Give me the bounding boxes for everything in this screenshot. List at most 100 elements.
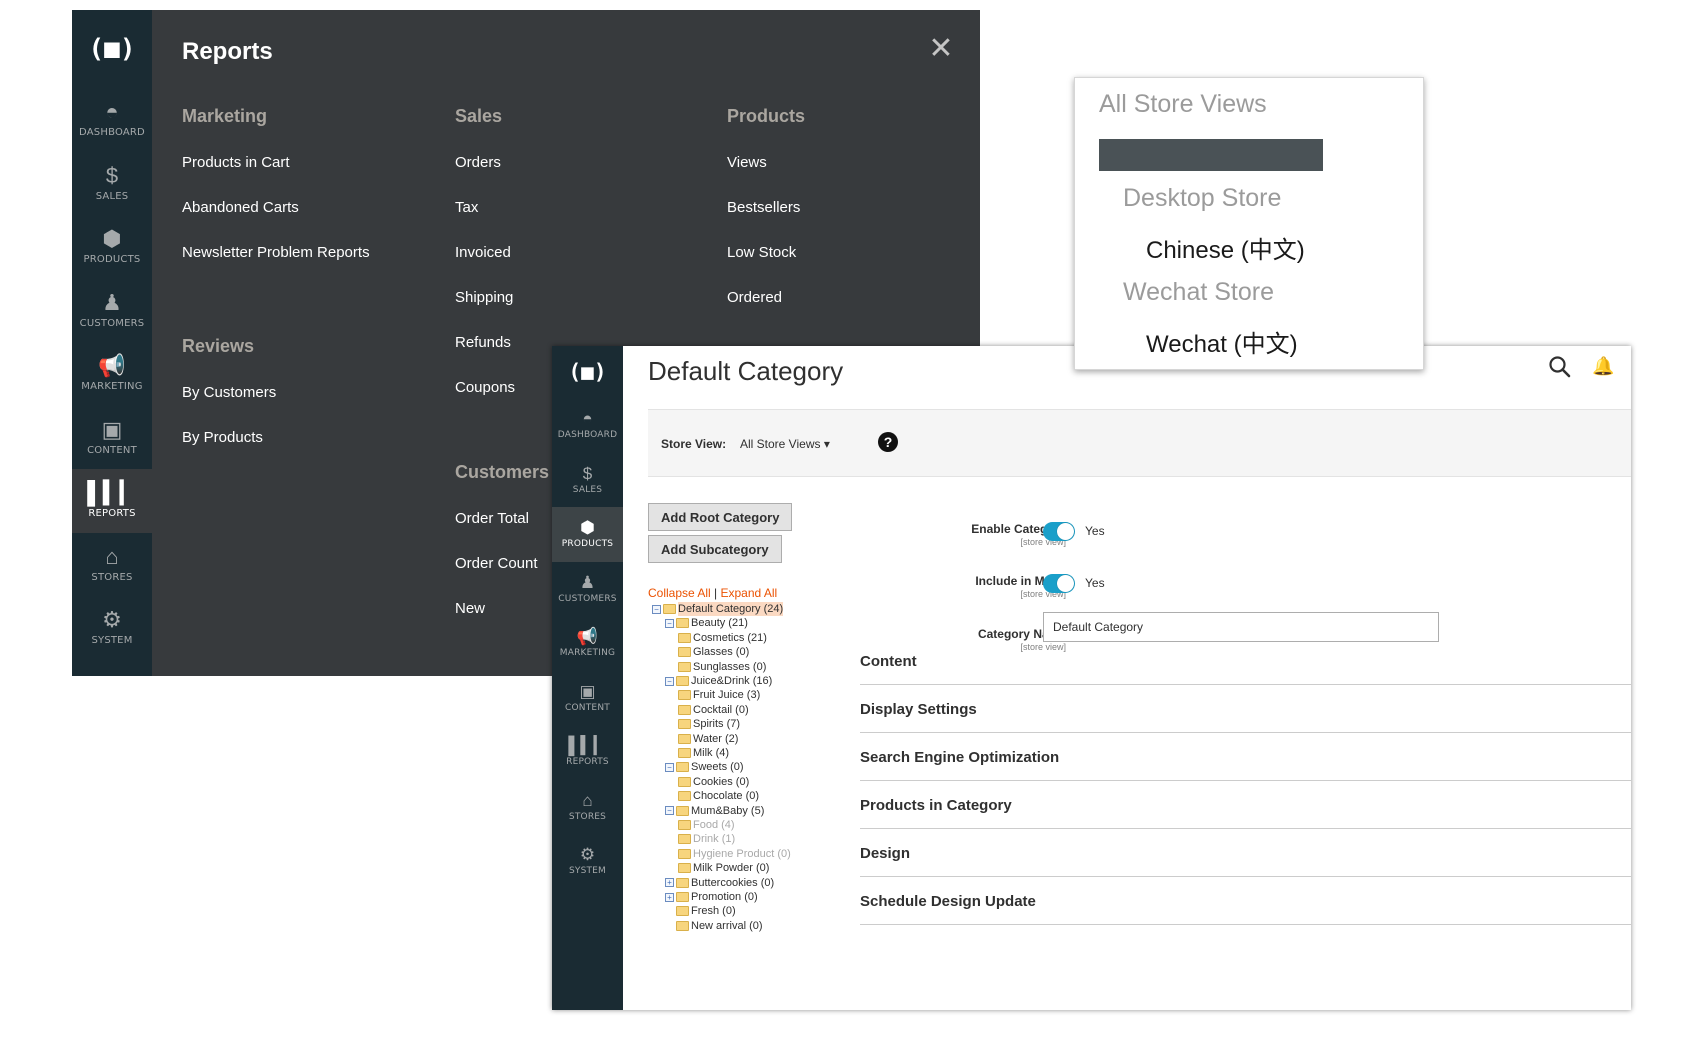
menu-link-sales[interactable]: Shipping — [455, 290, 549, 335]
tree-node[interactable]: − Juice&Drink (16) — [665, 674, 772, 688]
menu-link-customers[interactable]: Order Count — [455, 556, 549, 601]
nav-item-sales[interactable]: $ SALES — [72, 152, 152, 216]
nav-item-customers[interactable]: ♟ CUSTOMERS — [552, 562, 623, 617]
tree-node[interactable]: − Sweets (0) — [665, 760, 744, 774]
nav-item-system[interactable]: ⚙ SYSTEM — [72, 596, 152, 660]
menu-link-products[interactable]: Bestsellers — [727, 200, 805, 245]
bell-icon[interactable]: 🔔 — [1592, 356, 1614, 377]
tree-toggle-icon[interactable]: − — [665, 762, 674, 772]
menu-link-reviews[interactable]: By Customers — [182, 385, 370, 430]
tree-node[interactable]: Chocolate (0) — [678, 789, 759, 803]
tree-node-label: Promotion (0) — [691, 891, 758, 903]
menu-link-products[interactable]: Low Stock — [727, 245, 805, 290]
tree-node[interactable]: Milk (4) — [678, 746, 729, 760]
tree-node[interactable]: − Beauty (21) — [665, 616, 748, 630]
collapse-all-link[interactable]: Collapse All — [648, 586, 711, 600]
menu-link-customers[interactable]: New — [455, 601, 549, 646]
tree-toggle-icon[interactable]: + — [665, 878, 674, 888]
nav-item-stores[interactable]: ⌂ STORES — [72, 533, 152, 597]
section-display-settings[interactable]: Display Settings — [860, 680, 1631, 733]
search-icon[interactable] — [1547, 354, 1573, 380]
tree-toggle-icon[interactable]: + — [665, 892, 674, 902]
nav-item-customers[interactable]: ♟ CUSTOMERS — [72, 279, 152, 343]
section-design[interactable]: Design — [860, 824, 1631, 877]
nav-label: CUSTOMERS — [79, 317, 145, 329]
tree-toggle-icon[interactable]: − — [652, 604, 661, 614]
nav-item-products[interactable]: ⬢ PRODUCTS — [72, 215, 152, 279]
tree-toggle-icon[interactable]: − — [665, 806, 674, 816]
menu-link-sales[interactable]: Coupons — [455, 380, 549, 425]
tree-node-label: New arrival (0) — [691, 919, 763, 932]
menu-link-products[interactable]: Views — [727, 155, 805, 200]
menu-link-marketing[interactable]: Products in Cart — [182, 155, 370, 200]
nav-item-content[interactable]: ▣ CONTENT — [72, 406, 152, 470]
help-icon[interactable]: ? — [878, 432, 898, 452]
tree-node[interactable]: Spirits (7) — [678, 717, 740, 731]
person-icon: ♟ — [579, 572, 596, 592]
menu-link-sales[interactable]: Invoiced — [455, 245, 549, 290]
tree-node[interactable]: Water (2) — [678, 732, 738, 746]
tree-toggle-icon[interactable]: − — [665, 676, 674, 686]
menu-link-customers[interactable]: Order Total — [455, 511, 549, 556]
menu-column-sales: Sales Orders Tax Invoiced Shipping Refunds Co… — [455, 106, 549, 646]
tree-node[interactable]: − Default Category (24) — [652, 602, 784, 616]
tree-node[interactable]: Hygiene Product (0) — [678, 847, 791, 861]
include-in-menu-toggle[interactable] — [1043, 574, 1075, 593]
store-view-chinese-option[interactable]: Chinese (中文) — [1146, 230, 1305, 265]
magento-logo[interactable]: (■) — [552, 346, 623, 398]
nav-item-content[interactable]: ▣ CONTENT — [552, 671, 623, 726]
menu-link-marketing[interactable]: Newsletter Problem Reports — [182, 245, 370, 290]
folder-icon — [678, 820, 691, 830]
menu-link-sales[interactable]: Orders — [455, 155, 549, 200]
magento-logo[interactable]: (■) — [72, 10, 152, 88]
enable-category-toggle[interactable] — [1043, 522, 1075, 541]
tree-node[interactable]: Cookies (0) — [678, 775, 749, 789]
section-search-engine-optimization[interactable]: Search Engine Optimization — [860, 728, 1631, 781]
tree-node[interactable]: Drink (1) — [678, 832, 735, 846]
tree-node[interactable]: + Buttercookies (0) — [665, 876, 774, 890]
nav-item-stores[interactable]: ⌂ STORES — [552, 780, 623, 835]
section-content[interactable]: Content — [860, 632, 1631, 685]
nav-item-system[interactable]: ⚙ SYSTEM — [552, 834, 623, 889]
menu-link-products[interactable]: Ordered — [727, 290, 805, 335]
store-view-wechat-option[interactable]: Wechat (中文) — [1146, 324, 1298, 359]
nav-item-dashboard[interactable]: ◓ DASHBOARD — [552, 398, 623, 453]
nav-label: CUSTOMERS — [558, 593, 617, 604]
section-products-in-category[interactable]: Products in Category — [860, 776, 1631, 829]
menu-link-sales[interactable]: Refunds — [455, 335, 549, 380]
tree-node[interactable]: Milk Powder (0) — [678, 861, 769, 875]
menu-link-marketing[interactable]: Abandoned Carts — [182, 200, 370, 245]
tree-node[interactable]: Fruit Juice (3) — [678, 688, 760, 702]
nav-item-sales[interactable]: $ SALES — [552, 453, 623, 508]
nav-item-products[interactable]: ⬢ PRODUCTS — [552, 507, 623, 562]
tree-node[interactable]: Food (4) — [678, 818, 735, 832]
menu-link-sales[interactable]: Tax — [455, 200, 549, 245]
folder-icon — [678, 690, 691, 701]
tree-node[interactable]: Glasses (0) — [678, 645, 749, 659]
add-root-category-button[interactable]: Add Root Category — [648, 503, 793, 531]
menu-link-reviews[interactable]: By Products — [182, 430, 370, 475]
tree-node[interactable]: + Promotion (0) — [665, 890, 758, 904]
nav-item-dashboard[interactable]: ◓ DASHBOARD — [72, 88, 152, 152]
folder-icon — [676, 805, 689, 816]
nav-item-reports[interactable]: ▌▍▎ REPORTS — [552, 725, 623, 780]
add-subcategory-button[interactable]: Add Subcategory — [648, 535, 782, 563]
tree-node[interactable]: Fresh (0) — [665, 904, 736, 918]
all-store-views-option[interactable]: All Store Views — [1099, 90, 1267, 119]
store-view-switcher[interactable]: All Store Views ▾ — [740, 437, 830, 451]
tree-node-label: Fruit Juice (3) — [693, 689, 761, 702]
expand-all-link[interactable]: Expand All — [721, 586, 778, 600]
nav-item-reports[interactable]: ▌▍▎ REPORTS — [72, 469, 152, 533]
nav-item-marketing[interactable]: 📢 MARKETING — [72, 342, 152, 406]
close-icon[interactable]: ✕ — [921, 28, 961, 68]
nav-item-marketing[interactable]: 📢 MARKETING — [552, 616, 623, 671]
tree-node[interactable]: Cocktail (0) — [678, 703, 749, 717]
tree-node[interactable]: − Mum&Baby (5) — [665, 804, 764, 818]
tree-node[interactable]: Sunglasses (0) — [678, 660, 766, 674]
section-schedule-design-update[interactable]: Schedule Design Update — [860, 872, 1631, 925]
tree-node[interactable]: New arrival (0) — [665, 919, 763, 933]
tree-toggle-icon[interactable]: − — [665, 618, 674, 628]
menu-heading-customers: Customers — [455, 462, 550, 482]
nav-label: SALES — [572, 484, 603, 495]
tree-node[interactable]: Cosmetics (21) — [678, 631, 767, 645]
